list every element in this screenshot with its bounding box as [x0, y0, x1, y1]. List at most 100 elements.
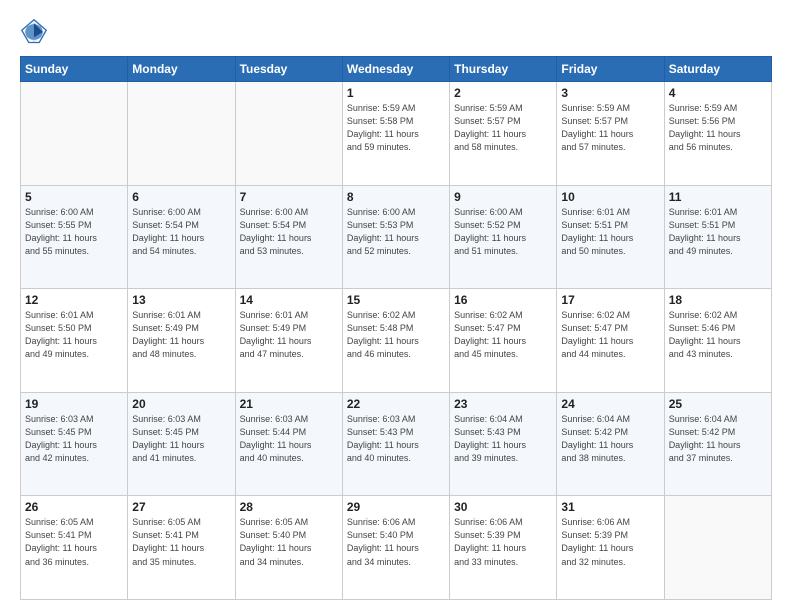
day-info: Sunrise: 6:03 AM Sunset: 5:45 PM Dayligh… [25, 413, 123, 465]
day-number: 30 [454, 500, 552, 514]
day-number: 3 [561, 86, 659, 100]
day-info: Sunrise: 6:00 AM Sunset: 5:54 PM Dayligh… [132, 206, 230, 258]
calendar-cell: 9Sunrise: 6:00 AM Sunset: 5:52 PM Daylig… [450, 185, 557, 289]
calendar-cell [235, 82, 342, 186]
day-number: 11 [669, 190, 767, 204]
calendar-cell: 21Sunrise: 6:03 AM Sunset: 5:44 PM Dayli… [235, 392, 342, 496]
calendar-cell: 24 Sunrise: 6:04 AM Sunset: 5:42 PM Dayli… [557, 392, 664, 496]
day-info: Sunrise: 6:01 AM Sunset: 5:51 PM Dayligh… [561, 206, 659, 258]
day-info: Sunrise: 6:03 AM Sunset: 5:45 PM Dayligh… [132, 413, 230, 465]
day-info: Sunrise: 6:05 AM Sunset: 5:41 PM Dayligh… [132, 516, 230, 568]
day-number: 16 [454, 293, 552, 307]
calendar-table: SundayMondayTuesdayWednesdayThursdayFrid… [20, 56, 772, 600]
calendar-cell: 6 Sunrise: 6:00 AM Sunset: 5:54 PM Daylig… [128, 185, 235, 289]
calendar-cell: 28 Sunrise: 6:05 AM Sunset: 5:40 PM Dayli… [235, 496, 342, 600]
calendar-cell: 20Sunrise: 6:03 AM Sunset: 5:45 PM Dayli… [128, 392, 235, 496]
day-info: Sunrise: 6:02 AM Sunset: 5:46 PM Dayligh… [669, 309, 767, 361]
day-info: Sunrise: 6:00 AM Sunset: 5:53 PM Dayligh… [347, 206, 445, 258]
day-info: Sunrise: 6:01 AM Sunset: 5:49 PM Dayligh… [132, 309, 230, 361]
calendar-cell: 26 Sunrise: 6:05 AM Sunset: 5:41 PM Dayli… [21, 496, 128, 600]
day-number: 24 [561, 397, 659, 411]
day-info: Sunrise: 6:02 AM Sunset: 5:47 PM Dayligh… [561, 309, 659, 361]
calendar-cell: 22Sunrise: 6:03 AM Sunset: 5:43 PM Dayli… [342, 392, 449, 496]
day-info: Sunrise: 6:05 AM Sunset: 5:41 PM Dayligh… [25, 516, 123, 568]
week-row-4: 26 Sunrise: 6:05 AM Sunset: 5:41 PM Dayli… [21, 496, 772, 600]
calendar-cell: 5 Sunrise: 6:00 AM Sunset: 5:55 PM Daylig… [21, 185, 128, 289]
day-info: Sunrise: 5:59 AM Sunset: 5:57 PM Dayligh… [454, 102, 552, 154]
calendar-cell: 3 Sunrise: 5:59 AM Sunset: 5:57 PM Daylig… [557, 82, 664, 186]
calendar-cell: 4 Sunrise: 5:59 AM Sunset: 5:56 PM Daylig… [664, 82, 771, 186]
day-info: Sunrise: 6:04 AM Sunset: 5:42 PM Dayligh… [669, 413, 767, 465]
calendar-cell: 8 Sunrise: 6:00 AM Sunset: 5:53 PM Daylig… [342, 185, 449, 289]
calendar-cell: 30 Sunrise: 6:06 AM Sunset: 5:39 PM Dayli… [450, 496, 557, 600]
day-info: Sunrise: 6:06 AM Sunset: 5:39 PM Dayligh… [454, 516, 552, 568]
day-info: Sunrise: 6:06 AM Sunset: 5:40 PM Dayligh… [347, 516, 445, 568]
day-info: Sunrise: 6:03 AM Sunset: 5:44 PM Dayligh… [240, 413, 338, 465]
day-info: Sunrise: 6:01 AM Sunset: 5:51 PM Dayligh… [669, 206, 767, 258]
page: SundayMondayTuesdayWednesdayThursdayFrid… [0, 0, 792, 612]
week-row-0: 1Sunrise: 5:59 AM Sunset: 5:58 PM Daylig… [21, 82, 772, 186]
day-number: 5 [25, 190, 123, 204]
day-info: Sunrise: 6:05 AM Sunset: 5:40 PM Dayligh… [240, 516, 338, 568]
weekday-header-tuesday: Tuesday [235, 57, 342, 82]
weekday-header-wednesday: Wednesday [342, 57, 449, 82]
day-info: Sunrise: 6:01 AM Sunset: 5:50 PM Dayligh… [25, 309, 123, 361]
weekday-header-row: SundayMondayTuesdayWednesdayThursdayFrid… [21, 57, 772, 82]
day-info: Sunrise: 6:06 AM Sunset: 5:39 PM Dayligh… [561, 516, 659, 568]
logo [20, 18, 54, 46]
day-info: Sunrise: 6:00 AM Sunset: 5:54 PM Dayligh… [240, 206, 338, 258]
day-info: Sunrise: 6:02 AM Sunset: 5:47 PM Dayligh… [454, 309, 552, 361]
day-number: 13 [132, 293, 230, 307]
day-number: 1 [347, 86, 445, 100]
day-number: 10 [561, 190, 659, 204]
calendar-cell: 2 Sunrise: 5:59 AM Sunset: 5:57 PM Daylig… [450, 82, 557, 186]
day-number: 2 [454, 86, 552, 100]
week-row-3: 19 Sunrise: 6:03 AM Sunset: 5:45 PM Dayli… [21, 392, 772, 496]
day-number: 9 [454, 190, 552, 204]
week-row-1: 5 Sunrise: 6:00 AM Sunset: 5:55 PM Daylig… [21, 185, 772, 289]
day-number: 8 [347, 190, 445, 204]
day-info: Sunrise: 6:04 AM Sunset: 5:43 PM Dayligh… [454, 413, 552, 465]
day-info: Sunrise: 6:00 AM Sunset: 5:55 PM Dayligh… [25, 206, 123, 258]
weekday-header-saturday: Saturday [664, 57, 771, 82]
day-number: 26 [25, 500, 123, 514]
logo-icon [20, 18, 48, 46]
day-info: Sunrise: 5:59 AM Sunset: 5:57 PM Dayligh… [561, 102, 659, 154]
day-number: 19 [25, 397, 123, 411]
calendar-cell: 10 Sunrise: 6:01 AM Sunset: 5:51 PM Dayli… [557, 185, 664, 289]
calendar-cell: 25 Sunrise: 6:04 AM Sunset: 5:42 PM Dayli… [664, 392, 771, 496]
calendar-cell: 19 Sunrise: 6:03 AM Sunset: 5:45 PM Dayli… [21, 392, 128, 496]
calendar-cell: 17 Sunrise: 6:02 AM Sunset: 5:47 PM Dayli… [557, 289, 664, 393]
calendar-cell: 16 Sunrise: 6:02 AM Sunset: 5:47 PM Dayli… [450, 289, 557, 393]
weekday-header-sunday: Sunday [21, 57, 128, 82]
calendar-cell: 29Sunrise: 6:06 AM Sunset: 5:40 PM Dayli… [342, 496, 449, 600]
day-info: Sunrise: 5:59 AM Sunset: 5:56 PM Dayligh… [669, 102, 767, 154]
calendar-cell: 18 Sunrise: 6:02 AM Sunset: 5:46 PM Dayli… [664, 289, 771, 393]
day-number: 23 [454, 397, 552, 411]
day-info: Sunrise: 6:02 AM Sunset: 5:48 PM Dayligh… [347, 309, 445, 361]
calendar-cell: 1Sunrise: 5:59 AM Sunset: 5:58 PM Daylig… [342, 82, 449, 186]
day-number: 25 [669, 397, 767, 411]
day-number: 31 [561, 500, 659, 514]
day-number: 6 [132, 190, 230, 204]
day-number: 27 [132, 500, 230, 514]
day-number: 12 [25, 293, 123, 307]
day-info: Sunrise: 6:03 AM Sunset: 5:43 PM Dayligh… [347, 413, 445, 465]
day-number: 17 [561, 293, 659, 307]
day-number: 7 [240, 190, 338, 204]
calendar-cell: 13 Sunrise: 6:01 AM Sunset: 5:49 PM Dayli… [128, 289, 235, 393]
day-number: 14 [240, 293, 338, 307]
weekday-header-monday: Monday [128, 57, 235, 82]
calendar-cell: 12 Sunrise: 6:01 AM Sunset: 5:50 PM Dayli… [21, 289, 128, 393]
day-number: 15 [347, 293, 445, 307]
calendar-cell: 23 Sunrise: 6:04 AM Sunset: 5:43 PM Dayli… [450, 392, 557, 496]
calendar-cell: 27 Sunrise: 6:05 AM Sunset: 5:41 PM Dayli… [128, 496, 235, 600]
day-info: Sunrise: 6:04 AM Sunset: 5:42 PM Dayligh… [561, 413, 659, 465]
calendar-cell: 15 Sunrise: 6:02 AM Sunset: 5:48 PM Dayli… [342, 289, 449, 393]
day-number: 28 [240, 500, 338, 514]
calendar-cell [664, 496, 771, 600]
day-info: Sunrise: 6:01 AM Sunset: 5:49 PM Dayligh… [240, 309, 338, 361]
day-number: 18 [669, 293, 767, 307]
day-number: 4 [669, 86, 767, 100]
calendar-cell: 31 Sunrise: 6:06 AM Sunset: 5:39 PM Dayli… [557, 496, 664, 600]
